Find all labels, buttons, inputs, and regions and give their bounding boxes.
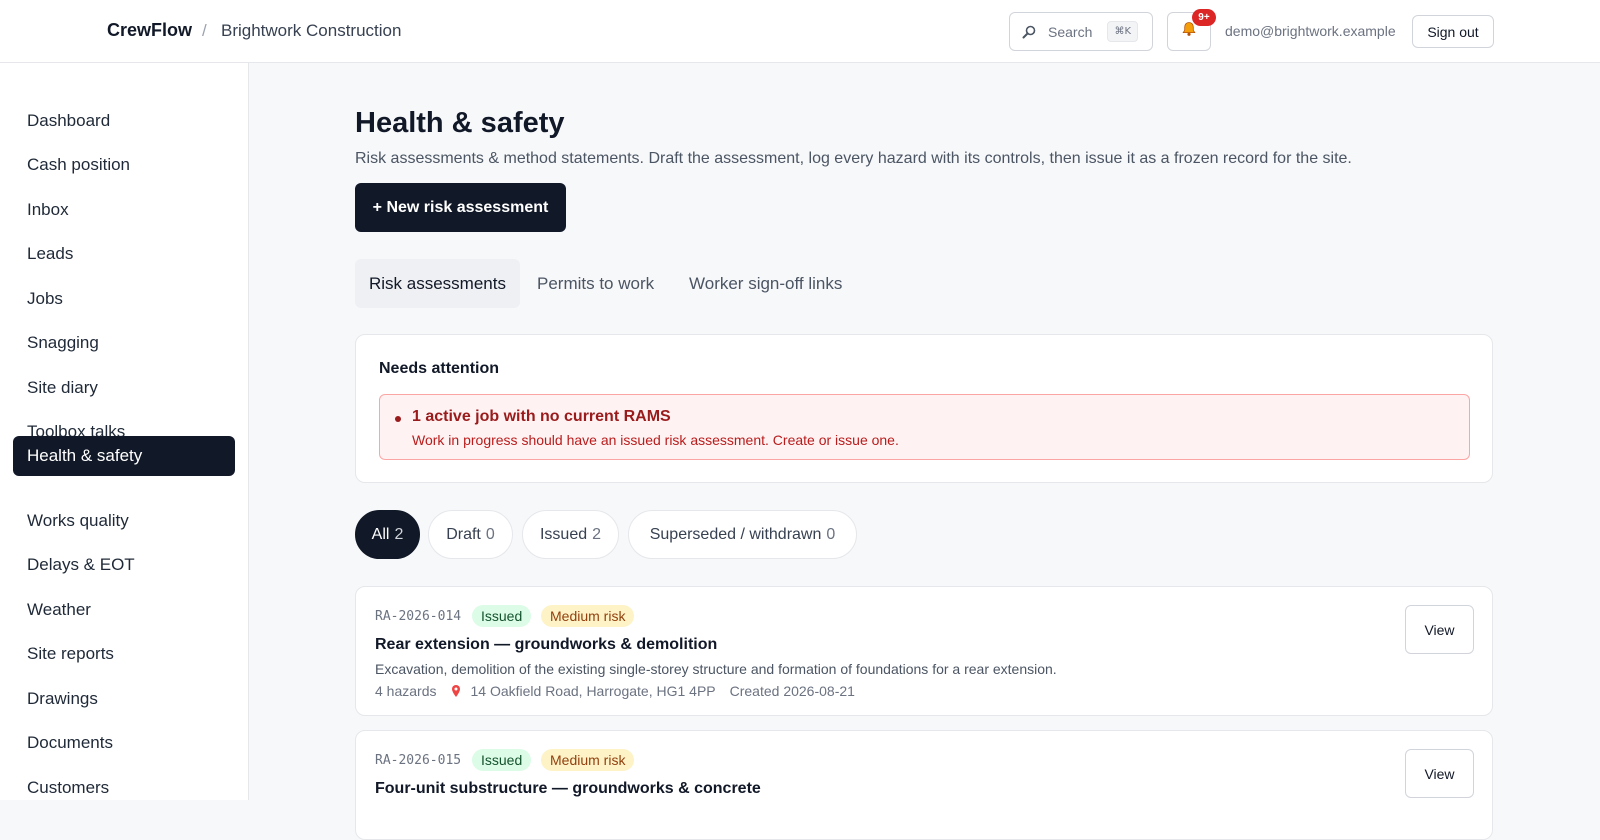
assessment-code: RA-2026-014 <box>375 609 462 624</box>
risk-assessment-card: RA-2026-014 Issued Medium risk Rear exte… <box>355 586 1493 716</box>
status-badge: Issued <box>472 749 532 771</box>
sidebar-item-leads[interactable]: Leads <box>13 234 235 274</box>
site-address: 14 Oakfield Road, Harrogate, HG1 4PP <box>470 683 716 699</box>
risk-assessment-card: RA-2026-015 Issued Medium risk Four-unit… <box>355 730 1493 840</box>
sidebar-item-documents[interactable]: Documents <box>13 723 235 763</box>
sidebar: Dashboard Cash position Inbox Leads Jobs… <box>0 63 249 800</box>
sidebar-item-delays-eot[interactable]: Delays & EOT <box>13 545 235 585</box>
filter-chip-issued[interactable]: Issued 2 <box>522 510 619 559</box>
breadcrumb-separator: / <box>202 21 207 40</box>
assessment-title[interactable]: Rear extension — groundworks & demolitio… <box>375 636 717 654</box>
search-button[interactable]: Search ⌘K <box>1009 12 1153 51</box>
filter-label: Draft <box>446 525 481 543</box>
alert-title: 1 active job with no current RAMS <box>412 408 671 425</box>
location-pin-icon <box>450 684 462 698</box>
assessment-description: Excavation, demolition of the existing s… <box>375 661 1057 677</box>
sidebar-item-site-reports[interactable]: Site reports <box>13 634 235 674</box>
hazard-count: 4 hazards <box>375 683 437 699</box>
tab-risk-assessments[interactable]: Risk assessments <box>355 259 520 308</box>
filter-count: 0 <box>826 525 836 543</box>
sidebar-item-dashboard[interactable]: Dashboard <box>13 101 235 141</box>
sidebar-item-site-diary[interactable]: Site diary <box>13 368 235 408</box>
notification-badge: 9+ <box>1192 9 1216 26</box>
sidebar-item-jobs[interactable]: Jobs <box>13 279 235 319</box>
status-badge: Issued <box>472 605 532 627</box>
filter-chip-all[interactable]: All 2 <box>355 510 420 559</box>
sidebar-item-customers[interactable]: Customers <box>13 768 235 808</box>
filter-chip-superseded-withdrawn[interactable]: Superseded / withdrawn 0 <box>628 510 857 559</box>
organization-name: Brightwork Construction <box>221 21 402 40</box>
sidebar-item-weather[interactable]: Weather <box>13 590 235 630</box>
filter-count: 2 <box>592 525 602 543</box>
top-bar: CrewFlow / Brightwork Construction Searc… <box>0 0 1600 63</box>
tab-worker-sign-off-links[interactable]: Worker sign-off links <box>675 259 856 308</box>
sign-out-button[interactable]: Sign out <box>1412 15 1494 48</box>
sidebar-item-works-quality[interactable]: Works quality <box>13 501 235 541</box>
new-risk-assessment-button[interactable]: + New risk assessment <box>355 183 566 232</box>
assessment-meta: 4 hazards 14 Oakfield Road, Harrogate, H… <box>375 683 855 699</box>
sidebar-item-inbox[interactable]: Inbox <box>13 190 235 230</box>
search-shortcut: ⌘K <box>1107 21 1138 42</box>
assessment-code: RA-2026-015 <box>375 753 462 768</box>
search-icon <box>1022 25 1036 39</box>
filter-chip-draft[interactable]: Draft 0 <box>428 510 513 559</box>
page-title: Health & safety <box>355 107 565 139</box>
user-email: demo@brightwork.example <box>1225 23 1396 39</box>
rams-alert: 1 active job with no current RAMS Work i… <box>379 394 1470 460</box>
sidebar-item-cash-position[interactable]: Cash position <box>13 145 235 185</box>
needs-attention-card: Needs attention 1 active job with no cur… <box>355 334 1493 483</box>
search-label: Search <box>1048 23 1093 40</box>
page-subtitle: Risk assessments & method statements. Dr… <box>355 150 1352 167</box>
filter-count: 0 <box>485 525 495 543</box>
bullet-icon <box>395 416 401 422</box>
risk-badge: Medium risk <box>541 605 635 627</box>
filter-label: Issued <box>539 525 588 543</box>
brand-logo[interactable]: CrewFlow <box>107 20 192 41</box>
tab-permits-to-work[interactable]: Permits to work <box>523 259 668 308</box>
needs-attention-title: Needs attention <box>379 360 500 377</box>
sidebar-item-snagging[interactable]: Snagging <box>13 323 235 363</box>
view-button[interactable]: View <box>1405 749 1474 798</box>
sidebar-item-health-safety[interactable]: Health & safety <box>13 436 235 476</box>
view-button[interactable]: View <box>1405 605 1474 654</box>
risk-badge: Medium risk <box>541 749 635 771</box>
sidebar-item-drawings[interactable]: Drawings <box>13 679 235 719</box>
filter-label: Superseded / withdrawn <box>649 525 822 543</box>
filter-count: 2 <box>394 525 404 543</box>
filter-label: All <box>371 525 390 543</box>
assessment-title[interactable]: Four-unit substructure — groundworks & c… <box>375 780 761 798</box>
created-date: Created 2026-08-21 <box>729 683 855 699</box>
alert-text: Work in progress should have an issued r… <box>412 432 899 448</box>
